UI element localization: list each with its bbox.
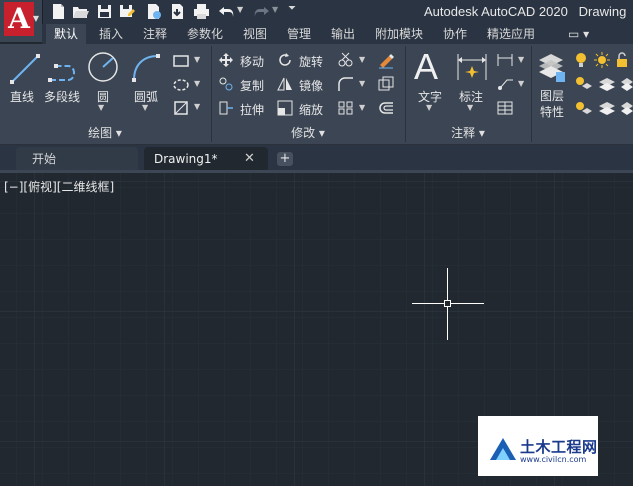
chevron-down-icon: ▼ <box>32 14 39 23</box>
new-icon[interactable] <box>50 3 67 20</box>
tab-default[interactable]: 默认 <box>46 24 87 44</box>
layer-off-icon[interactable] <box>574 100 592 116</box>
close-tab-icon[interactable]: ✕ <box>244 147 255 171</box>
undo-icon[interactable] <box>218 3 235 20</box>
stretch-icon[interactable] <box>218 100 234 116</box>
offset-icon[interactable] <box>377 100 395 116</box>
rectangle-dropdown-icon[interactable]: ▼ <box>194 55 200 64</box>
tab-view[interactable]: 视图 <box>235 24 275 44</box>
customize-dropdown-icon[interactable]: ⏷ <box>288 3 296 14</box>
redo-icon[interactable] <box>253 3 270 20</box>
mirror-label[interactable]: 镜像 <box>299 77 323 94</box>
fillet-dropdown-icon[interactable]: ▼ <box>359 79 365 88</box>
open-icon[interactable] <box>72 3 89 20</box>
layer-walk-icon[interactable] <box>620 76 633 92</box>
watermark-logo: 土木工程网 www.civilcn.com <box>478 416 598 476</box>
tab-start[interactable]: 开始 <box>16 147 138 171</box>
application-menu-button[interactable]: A ▼ <box>0 0 43 42</box>
layer-label-line2: 特性 <box>540 105 565 119</box>
panel-divider <box>531 46 532 142</box>
watermark-url: www.civilcn.com <box>520 455 587 464</box>
ribbon-display-toggle[interactable]: ▭ ▾ <box>560 24 597 44</box>
hatch-dropdown-icon[interactable]: ▼ <box>194 79 200 88</box>
text-dropdown-icon[interactable]: ▼ <box>426 103 432 112</box>
dimension-dropdown-icon[interactable]: ▼ <box>467 103 473 112</box>
save-icon[interactable] <box>96 3 113 20</box>
rectangle-tool-icon[interactable] <box>172 53 190 69</box>
viewport-controls[interactable]: [−][俯视][二维线框] <box>4 178 114 195</box>
leader-dropdown-icon[interactable]: ▼ <box>518 79 524 88</box>
watermark-emblem-icon <box>490 438 516 460</box>
layer-previous-icon[interactable] <box>598 100 616 116</box>
tab-addins[interactable]: 附加模块 <box>367 24 431 44</box>
tab-parametric[interactable]: 参数化 <box>179 24 231 44</box>
autocad-logo-icon: A <box>4 2 34 36</box>
tab-annotate[interactable]: 注释 <box>135 24 175 44</box>
rotate-icon[interactable] <box>277 52 293 68</box>
annotation-panel-title[interactable]: 注释 ▾ <box>406 124 530 142</box>
tab-collaborate[interactable]: 协作 <box>435 24 475 44</box>
app-title: Autodesk AutoCAD 2020 <box>424 4 568 19</box>
polyline-tool-label[interactable]: 多段线 <box>44 88 80 105</box>
move-icon[interactable] <box>218 52 234 68</box>
layer-on-bulb-icon[interactable] <box>574 52 588 68</box>
hatch-tool-icon[interactable] <box>172 77 190 93</box>
scale-label[interactable]: 缩放 <box>299 101 323 118</box>
stretch-label[interactable]: 拉伸 <box>240 101 264 118</box>
tab-insert[interactable]: 插入 <box>91 24 131 44</box>
crosshair-cursor-icon <box>412 268 484 340</box>
linear-dim-icon[interactable] <box>496 52 514 68</box>
polyline-tool-icon[interactable] <box>46 52 82 86</box>
move-label[interactable]: 移动 <box>240 53 264 70</box>
boundary-tool-icon[interactable] <box>172 100 190 116</box>
copy-label[interactable]: 复制 <box>240 77 264 94</box>
trim-dropdown-icon[interactable]: ▼ <box>359 55 365 64</box>
arc-tool-icon[interactable] <box>128 50 162 84</box>
line-tool-label[interactable]: 直线 <box>10 88 34 105</box>
layer-label-line1: 图层 <box>540 89 565 103</box>
explode-icon[interactable] <box>377 76 395 92</box>
layer-properties-icon[interactable] <box>536 50 566 84</box>
layer-merge-icon[interactable] <box>620 100 633 116</box>
draw-panel-title[interactable]: 绘图 ▾ <box>0 124 210 142</box>
array-dropdown-icon[interactable]: ▼ <box>359 103 365 112</box>
layer-iso-icon[interactable] <box>574 76 592 92</box>
new-tab-button[interactable]: + <box>277 152 293 166</box>
window-title: Autodesk AutoCAD 2020 Drawing <box>424 4 626 19</box>
boundary-dropdown-icon[interactable]: ▼ <box>194 102 200 111</box>
layer-thaw-sun-icon[interactable] <box>594 52 610 68</box>
redo-dropdown-icon[interactable]: ▼ <box>272 5 278 14</box>
layer-unlock-icon[interactable] <box>614 52 630 68</box>
leader-icon[interactable] <box>496 76 514 92</box>
table-icon[interactable] <box>496 100 514 116</box>
layer-match-icon[interactable] <box>598 76 616 92</box>
tab-featured-apps[interactable]: 精选应用 <box>479 24 543 44</box>
text-tool-icon[interactable]: A <box>414 47 438 87</box>
array-icon[interactable] <box>337 100 355 116</box>
dimension-tool-icon[interactable] <box>455 50 489 84</box>
linear-dim-dropdown-icon[interactable]: ▼ <box>518 55 524 64</box>
circle-tool-icon[interactable] <box>86 50 120 84</box>
open-web-icon[interactable] <box>145 3 162 20</box>
undo-dropdown-icon[interactable]: ▼ <box>237 5 243 14</box>
modify-panel-title[interactable]: 修改 ▾ <box>212 124 404 142</box>
rotate-label[interactable]: 旋转 <box>299 53 323 70</box>
plot-icon[interactable] <box>193 3 210 20</box>
document-title: Drawing <box>578 4 627 19</box>
circle-dropdown-icon[interactable]: ▼ <box>98 103 104 112</box>
scale-icon[interactable] <box>277 100 293 116</box>
mirror-icon[interactable] <box>277 76 293 92</box>
layer-properties-label[interactable]: 图层 特性 <box>540 88 564 120</box>
tab-output[interactable]: 输出 <box>323 24 363 44</box>
trim-icon[interactable] <box>337 52 355 68</box>
watermark-name: 土木工程网 <box>520 438 598 456</box>
save-as-icon[interactable] <box>118 3 135 20</box>
tab-manage[interactable]: 管理 <box>279 24 319 44</box>
erase-icon[interactable] <box>377 51 395 69</box>
copy-icon[interactable] <box>218 76 234 92</box>
arc-dropdown-icon[interactable]: ▼ <box>142 103 148 112</box>
fillet-icon[interactable] <box>337 76 355 92</box>
save-web-icon[interactable] <box>169 3 186 20</box>
line-tool-icon[interactable] <box>8 50 42 86</box>
